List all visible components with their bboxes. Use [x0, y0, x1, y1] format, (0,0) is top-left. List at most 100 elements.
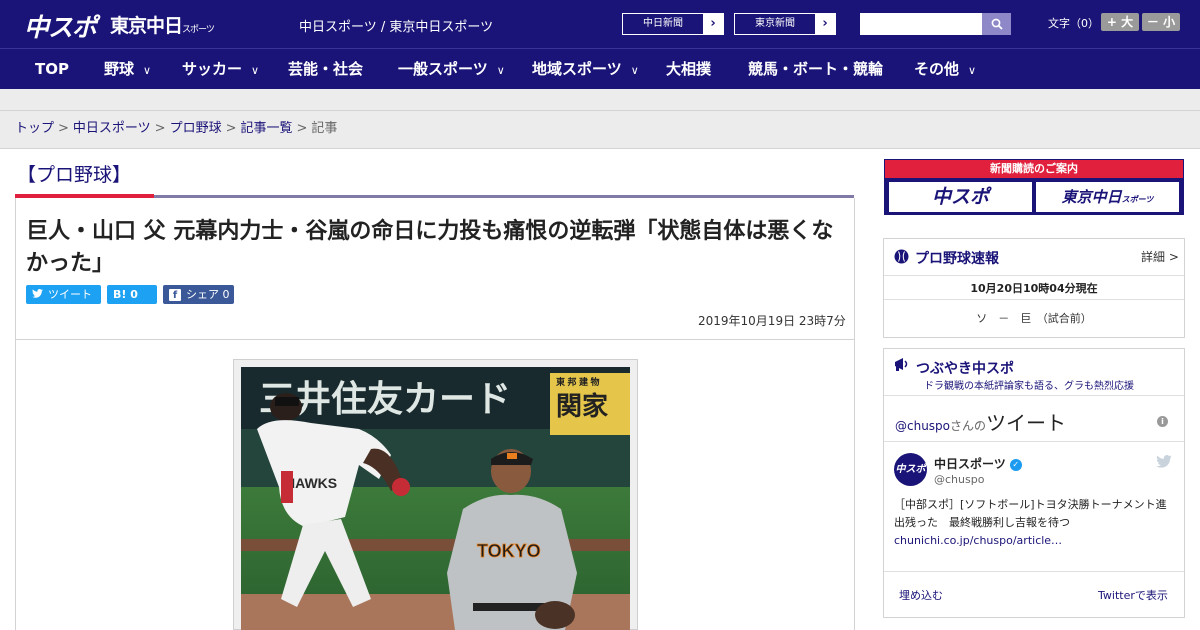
- chevron-down-icon: ∨: [496, 64, 505, 77]
- hatena-label: B! 0: [113, 288, 138, 301]
- article-headline: 巨人・山口 父 元幕内力士・谷嵐の命日に力投も痛恨の逆転弾「状態自体は悪くなかっ…: [26, 219, 834, 276]
- chevron-down-icon: ∨: [143, 64, 152, 77]
- score-title[interactable]: プロ野球速報: [915, 248, 999, 268]
- chevron-down-icon: ∨: [251, 64, 260, 77]
- score-game[interactable]: ソ － 巨 （試合前）: [884, 310, 1184, 326]
- score-detail-link[interactable]: 詳細 >: [1141, 248, 1179, 265]
- article-category[interactable]: 【プロ野球】: [17, 160, 131, 187]
- sub-nav-bar: [0, 89, 1200, 111]
- chevron-down-icon: ∨: [630, 64, 639, 77]
- nav-item-other[interactable]: その他 ∨: [914, 49, 976, 90]
- hatena-bookmark-button[interactable]: B! 0: [107, 285, 157, 304]
- nav-label: 大相撲: [666, 60, 712, 78]
- tokyo-chunichi-logo[interactable]: 東京中日スポーツ: [110, 11, 215, 38]
- chunichi-shimbun-button[interactable]: 中日新聞 ›: [622, 13, 724, 35]
- nav-label: TOP: [35, 60, 69, 78]
- search-icon: [991, 18, 1003, 30]
- timeline-tweets: ツイート: [986, 411, 1067, 435]
- stadium-sign-right: 関家: [556, 391, 608, 421]
- divider: [884, 275, 1184, 276]
- promo-chuspo-logo[interactable]: 中スポ: [889, 182, 1032, 212]
- breadcrumb-article-list[interactable]: 記事一覧: [241, 121, 293, 136]
- player-jersey-tokyo: TOKYO: [477, 541, 541, 561]
- breadcrumb-separator: >: [58, 121, 69, 136]
- nav-item-entertainment[interactable]: 芸能・社会: [288, 49, 363, 90]
- tweet-widget-title[interactable]: つぶやき中スポ: [916, 358, 1014, 378]
- chevron-right-icon: ›: [703, 14, 723, 34]
- nav-label: 競馬・ボート・競輪: [748, 60, 884, 78]
- divider: [884, 441, 1184, 442]
- promo-tokyo-chunichi-logo[interactable]: 東京中日スポーツ: [1036, 182, 1179, 212]
- site-links[interactable]: 中日スポーツ / 東京中日スポーツ: [299, 16, 493, 35]
- nav-label: 芸能・社会: [288, 60, 364, 78]
- breadcrumb-pro-baseball[interactable]: プロ野球: [170, 121, 222, 136]
- breadcrumb-separator: >: [225, 121, 237, 136]
- nav-label: サッカー: [182, 60, 243, 78]
- chevron-down-icon: ∨: [968, 64, 977, 77]
- nav-item-top[interactable]: TOP: [35, 49, 69, 90]
- twitter-bird-icon[interactable]: [1156, 455, 1172, 468]
- divider: [884, 299, 1184, 300]
- timeline-san: さんの: [950, 419, 987, 433]
- chunichi-shimbun-label: 中日新聞: [643, 18, 683, 29]
- stadium-sign-right-top: 東 邦 建 物: [556, 376, 600, 387]
- font-size-down-button[interactable]: － 小: [1142, 13, 1180, 31]
- tweet-widget-subtitle: ドラ観戦の本紙評論家も語る、グラも熱烈応援: [924, 381, 1134, 392]
- breadcrumb-current: 記事: [311, 121, 338, 136]
- chuspo-logo[interactable]: 中スポ: [24, 8, 97, 44]
- breadcrumb-separator: >: [296, 121, 308, 136]
- view-on-twitter-link[interactable]: Twitterで表示: [1098, 587, 1168, 603]
- tokyo-shimbun-button[interactable]: 東京新聞 ›: [734, 13, 836, 35]
- nav-item-racing[interactable]: 競馬・ボート・競輪: [748, 49, 883, 90]
- nav-label: 地域スポーツ: [532, 60, 622, 78]
- tweet-text: ［中部スポ］[ソフトボール]トヨタ決勝トーナメント進出残った 最終戦勝利し吉報を…: [894, 498, 1167, 529]
- timeline-handle[interactable]: @chuspo: [895, 419, 950, 433]
- article-timestamp: 2019年10月19日 23時7分: [698, 314, 846, 328]
- divider: [884, 395, 1184, 396]
- megaphone-icon: [895, 358, 908, 371]
- tokyo-logo-text: 東京中日: [110, 15, 183, 37]
- nav-label: 一般スポーツ: [398, 60, 488, 78]
- twitter-timeline-header: @chuspoさんのツイート: [895, 407, 1066, 436]
- facebook-share-button[interactable]: f シェア 0: [163, 285, 234, 304]
- subscription-title: 新聞購読のご案内: [885, 160, 1183, 178]
- verified-icon: ✓: [1009, 458, 1022, 471]
- promo-tokyo-text: 東京中日: [1061, 188, 1122, 206]
- search-input[interactable]: [860, 13, 982, 35]
- baseball-icon: [894, 249, 909, 264]
- font-size-label: 文字（0）: [1048, 17, 1099, 30]
- breadcrumb-chunichi-sports[interactable]: 中日スポーツ: [73, 121, 151, 136]
- top-header: 中スポ 東京中日スポーツ 中日スポーツ / 東京中日スポーツ 中日新聞 › 東京…: [0, 0, 1200, 48]
- breadcrumb-separator: >: [154, 121, 166, 136]
- nav-label: その他: [914, 60, 960, 78]
- nav-item-general-sports[interactable]: 一般スポーツ ∨: [398, 49, 505, 90]
- promo-tokyo-small: スポーツ: [1121, 195, 1154, 204]
- info-icon[interactable]: i: [1157, 416, 1168, 427]
- tweet-screen-name[interactable]: @chuspo: [934, 473, 984, 486]
- facebook-share-label: シェア 0: [186, 288, 230, 301]
- breadcrumb: トップ > 中日スポーツ > プロ野球 > 記事一覧 > 記事: [0, 111, 1200, 149]
- subscription-banner[interactable]: 新聞購読のご案内 中スポ 東京中日スポーツ: [884, 159, 1184, 215]
- avatar[interactable]: 中スポ: [894, 453, 927, 486]
- divider: [884, 571, 1184, 572]
- tokyo-shimbun-label: 東京新聞: [755, 18, 795, 29]
- tweet-author[interactable]: 中日スポーツ ✓: [934, 455, 1022, 472]
- nav-item-sumo[interactable]: 大相撲: [666, 49, 711, 90]
- embed-link[interactable]: 埋め込む: [899, 587, 943, 603]
- breadcrumb-top[interactable]: トップ: [15, 121, 54, 136]
- baseball-photo: 三井住友カード 東 邦 建 物 関家 HAWKS TOKYO: [241, 367, 630, 630]
- facebook-icon: f: [169, 288, 181, 301]
- nav-item-soccer[interactable]: サッカー ∨: [182, 49, 259, 90]
- tweet-body: ［中部スポ］[ソフトボール]トヨタ決勝トーナメント進出残った 最終戦勝利し吉報を…: [894, 496, 1174, 550]
- font-size-up-button[interactable]: + 大: [1101, 13, 1139, 31]
- tweet-button[interactable]: ツイート: [26, 285, 101, 304]
- nav-item-baseball[interactable]: 野球 ∨: [104, 49, 151, 90]
- twitter-bird-icon: [32, 285, 43, 304]
- main-nav: TOP 野球 ∨ サッカー ∨ 芸能・社会 一般スポーツ ∨ 地域スポーツ ∨ 大相撲 …: [0, 48, 1200, 89]
- article-photo[interactable]: 三井住友カード 東 邦 建 物 関家 HAWKS TOKYO: [241, 367, 630, 630]
- score-updated: 10月20日10時04分現在: [970, 282, 1098, 295]
- tweet-label: ツイート: [48, 288, 92, 301]
- nav-item-local-sports[interactable]: 地域スポーツ ∨: [532, 49, 639, 90]
- search-button[interactable]: [982, 13, 1011, 35]
- tweet-link[interactable]: chunichi.co.jp/chuspo/article…: [894, 534, 1062, 547]
